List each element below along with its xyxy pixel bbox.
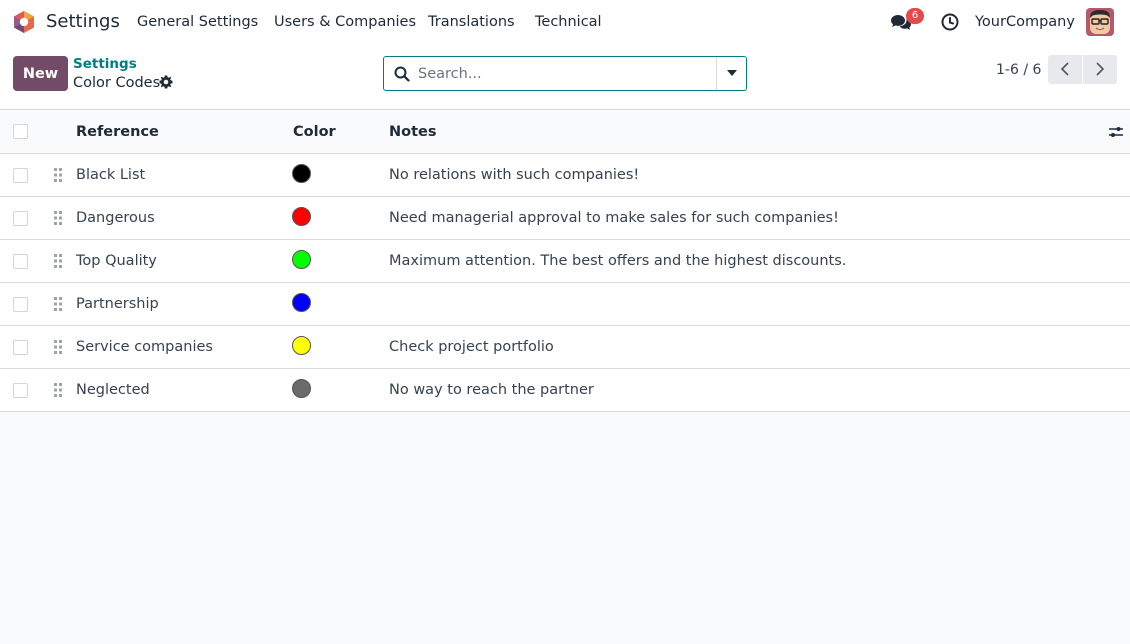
menu-translations[interactable]: Translations xyxy=(428,12,515,32)
reference-cell: Service companies xyxy=(76,339,213,355)
notes-cell: No way to reach the partner xyxy=(389,382,594,398)
drag-handle-icon[interactable] xyxy=(53,254,63,268)
color-swatch xyxy=(292,207,311,226)
color-codes-table: Reference Color Notes Black List No rela… xyxy=(0,110,1130,412)
reference-cell: Top Quality xyxy=(76,253,157,269)
odoo-logo-icon[interactable] xyxy=(12,10,36,34)
color-swatch xyxy=(292,164,311,183)
breadcrumb-settings[interactable]: Settings xyxy=(73,56,137,72)
select-all-checkbox[interactable] xyxy=(13,124,28,139)
pager-previous-button[interactable] xyxy=(1048,55,1082,84)
chevron-left-icon xyxy=(1060,62,1069,76)
activity-clock-icon[interactable] xyxy=(939,11,961,33)
table-header: Reference Color Notes xyxy=(0,110,1130,154)
gear-icon[interactable] xyxy=(159,75,173,89)
notes-cell: No relations with such companies! xyxy=(389,167,640,183)
user-avatar[interactable] xyxy=(1086,8,1114,36)
messages-badge: 6 xyxy=(906,8,924,24)
app-name[interactable]: Settings xyxy=(46,10,120,34)
row-checkbox[interactable] xyxy=(13,254,28,269)
table-row[interactable]: Partnership xyxy=(0,283,1130,326)
color-swatch xyxy=(292,336,311,355)
search-options-toggle[interactable] xyxy=(717,57,747,90)
notes-cell: Need managerial approval to make sales f… xyxy=(389,210,839,226)
drag-handle-icon[interactable] xyxy=(53,340,63,354)
notes-cell: Check project portfolio xyxy=(389,339,554,355)
color-swatch xyxy=(292,293,311,312)
company-switcher[interactable]: YourCompany xyxy=(975,12,1075,32)
search-icon xyxy=(394,66,410,82)
column-header-reference[interactable]: Reference xyxy=(76,110,159,153)
menu-technical[interactable]: Technical xyxy=(535,12,602,32)
menu-general-settings[interactable]: General Settings xyxy=(137,12,258,32)
reference-cell: Partnership xyxy=(76,296,159,312)
search-input[interactable] xyxy=(418,61,708,86)
reference-cell: Neglected xyxy=(76,382,150,398)
color-swatch xyxy=(292,250,311,269)
row-checkbox[interactable] xyxy=(13,297,28,312)
reference-cell: Dangerous xyxy=(76,210,155,226)
notes-cell: Maximum attention. The best offers and t… xyxy=(389,253,847,269)
new-button[interactable]: New xyxy=(13,56,68,91)
table-row[interactable]: Neglected No way to reach the partner xyxy=(0,369,1130,412)
drag-handle-icon[interactable] xyxy=(53,383,63,397)
chevron-right-icon xyxy=(1096,62,1105,76)
table-row[interactable]: Black List No relations with such compan… xyxy=(0,154,1130,197)
column-header-color[interactable]: Color xyxy=(293,110,336,153)
control-panel: New Settings Color Codes 1-6 / 6 xyxy=(0,44,1130,110)
page-title: Color Codes xyxy=(73,75,161,91)
table-row[interactable]: Dangerous Need managerial approval to ma… xyxy=(0,197,1130,240)
row-checkbox[interactable] xyxy=(13,340,28,355)
top-navbar: Settings General Settings Users & Compan… xyxy=(0,0,1130,44)
drag-handle-icon[interactable] xyxy=(53,211,63,225)
column-header-notes[interactable]: Notes xyxy=(389,110,437,153)
pager-next-button[interactable] xyxy=(1083,55,1117,84)
menu-users-companies[interactable]: Users & Companies xyxy=(274,12,416,32)
search-bar xyxy=(383,56,747,91)
drag-handle-icon[interactable] xyxy=(53,297,63,311)
table-row[interactable]: Top Quality Maximum attention. The best … xyxy=(0,240,1130,283)
reference-cell: Black List xyxy=(76,167,146,183)
pager-value[interactable]: 1-6 / 6 xyxy=(996,61,1041,79)
row-checkbox[interactable] xyxy=(13,211,28,226)
row-checkbox[interactable] xyxy=(13,383,28,398)
table-row[interactable]: Service companies Check project portfoli… xyxy=(0,326,1130,369)
color-swatch xyxy=(292,379,311,398)
caret-down-icon xyxy=(727,70,737,76)
row-checkbox[interactable] xyxy=(13,168,28,183)
optional-columns-icon[interactable] xyxy=(1108,124,1124,140)
drag-handle-icon[interactable] xyxy=(53,168,63,182)
